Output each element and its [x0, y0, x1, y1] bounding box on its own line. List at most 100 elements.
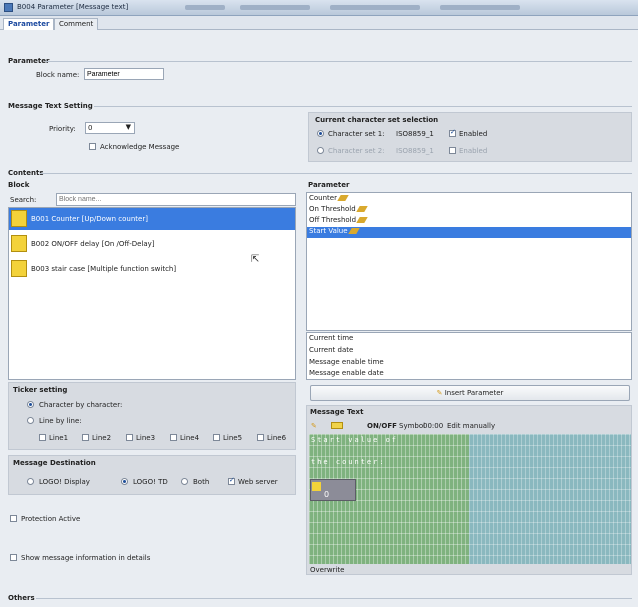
line5-label: Line5	[223, 434, 243, 442]
parameter-list-item-label: Off Threshold	[309, 216, 357, 224]
charset-1-enabled-checkbox[interactable]	[449, 128, 456, 137]
protection-label: Protection Active	[21, 515, 81, 523]
time-toolbar-button[interactable]: 00:00	[423, 422, 443, 430]
line5-checkbox[interactable]	[213, 434, 220, 441]
charset-1-radio[interactable]	[317, 130, 324, 137]
parameter-list-item[interactable]: Start Value	[307, 227, 631, 238]
charset-2-radio[interactable]	[317, 147, 324, 154]
title-toolbar-placeholder	[185, 5, 225, 10]
parameter-field[interactable]: 0	[310, 479, 356, 501]
extras-list-item[interactable]: Current date	[307, 346, 631, 357]
divider	[94, 106, 632, 107]
extras-list-item[interactable]: Message enable time	[307, 358, 631, 369]
divider	[36, 598, 632, 599]
protection-checkbox[interactable]	[10, 515, 17, 522]
block-list-item[interactable]: B002 ON/OFF delay [On /Off-Delay]	[9, 233, 295, 255]
destination-td-radio[interactable]	[121, 478, 128, 485]
tab-comment[interactable]: Comment	[54, 18, 99, 30]
extras-list: Current time Current date Message enable…	[306, 332, 632, 380]
line4-label: Line4	[180, 434, 200, 442]
charset-panel: Current character set selection Characte…	[308, 112, 632, 162]
line4-checkbox[interactable]	[170, 434, 177, 441]
edit-icon	[337, 195, 349, 201]
message-line-2: the counter:	[311, 458, 386, 466]
title-toolbar-placeholder	[240, 5, 310, 10]
ticker-title: Ticker setting	[13, 386, 68, 394]
parameter-list-item-label: Counter	[309, 194, 337, 202]
block-list-item[interactable]: B001 Counter [Up/Down counter]	[9, 208, 295, 230]
ticker-char-label: Character by character:	[39, 401, 123, 409]
chevron-down-icon: ▼	[125, 123, 131, 131]
divider	[40, 173, 632, 174]
line1-label: Line1	[49, 434, 69, 442]
search-input[interactable]	[56, 193, 296, 206]
extras-list-item[interactable]: Message enable date	[307, 369, 631, 380]
highlight-icon[interactable]	[331, 422, 343, 429]
divider	[46, 61, 632, 62]
parameter-list-item[interactable]: Counter	[307, 194, 631, 205]
tab-parameter[interactable]: Parameter	[3, 18, 55, 30]
line2-label: Line2	[92, 434, 112, 442]
parameter-list: Counter On Threshold Off Threshold Start…	[306, 192, 632, 331]
section-title-parameter: Parameter	[8, 57, 50, 65]
show-info-label: Show message information in details	[21, 554, 151, 562]
priority-select[interactable]: 0 ▼	[85, 122, 135, 134]
mouse-cursor-icon: ⇱	[251, 254, 260, 265]
stair-case-block-icon	[11, 260, 27, 277]
destination-both-label: Both	[193, 478, 210, 486]
acknowledge-label: Acknowledge Message	[100, 143, 180, 151]
charset-2-enabled-checkbox[interactable]	[449, 147, 456, 154]
line6-checkbox[interactable]	[257, 434, 264, 441]
show-info-checkbox[interactable]	[10, 554, 17, 561]
tab-strip: Parameter Comment	[0, 16, 638, 30]
charset-1-value: ISO8859_1	[396, 130, 434, 138]
title-toolbar-placeholder	[440, 5, 520, 10]
acknowledge-checkbox[interactable]	[89, 143, 96, 150]
insert-parameter-label: Insert Parameter	[444, 389, 504, 397]
insert-parameter-button[interactable]: ✎ Insert Parameter	[310, 385, 630, 401]
window-icon	[4, 3, 13, 12]
block-name-input[interactable]	[84, 68, 164, 80]
parameter-field-value: 0	[324, 490, 330, 499]
charset-2-enabled-label: Enabled	[459, 147, 488, 155]
ticker-line-radio[interactable]	[27, 417, 34, 424]
priority-label: Priority:	[49, 125, 76, 133]
web-server-checkbox[interactable]	[228, 476, 235, 485]
block-list: B001 Counter [Up/Down counter] B002 ON/O…	[8, 207, 296, 380]
ticker-char-radio[interactable]	[27, 401, 34, 408]
block-list-item-label: B003 stair case [Multiple function switc…	[31, 265, 177, 273]
extras-list-item[interactable]: Current time	[307, 334, 631, 345]
onoff-toolbar-button[interactable]: ON/OFF	[367, 422, 397, 430]
block-list-item-label: B002 ON/OFF delay [On /Off-Delay]	[31, 240, 155, 248]
status-text: Overwrite	[310, 566, 345, 574]
destination-title: Message Destination	[13, 459, 96, 467]
insert-icon: ✎	[436, 389, 443, 397]
ticker-panel: Ticker setting Character by character: L…	[8, 382, 296, 450]
window-title: B004 Parameter [Message text]	[17, 3, 129, 11]
line3-label: Line3	[136, 434, 156, 442]
symbol-toolbar-button[interactable]: Symbol	[399, 422, 425, 430]
message-text-panel: Message Text ✎ ON/OFF Symbol 00:00 Edit …	[306, 405, 632, 575]
line2-checkbox[interactable]	[82, 434, 89, 441]
edit-manually-button[interactable]: Edit manually	[447, 422, 495, 430]
ticker-line-label: Line by line:	[39, 417, 82, 425]
line1-checkbox[interactable]	[39, 434, 46, 441]
block-name-label: Block name:	[36, 71, 80, 79]
block-list-item-label: B001 Counter [Up/Down counter]	[31, 215, 148, 223]
charset-1-label: Character set 1:	[328, 130, 385, 138]
message-editor-scroll-area[interactable]	[469, 434, 631, 564]
line3-checkbox[interactable]	[126, 434, 133, 441]
parameter-list-item[interactable]: On Threshold	[307, 205, 631, 216]
edit-icon	[356, 217, 368, 223]
destination-panel: Message Destination LOGO! Display LOGO! …	[8, 455, 296, 495]
destination-both-radio[interactable]	[181, 478, 188, 485]
priority-value: 0	[88, 124, 93, 132]
charset-title: Current character set selection	[315, 116, 439, 124]
parameter-list-item[interactable]: Off Threshold	[307, 216, 631, 227]
insert-field-icon[interactable]: ✎	[311, 422, 317, 430]
message-text-title: Message Text	[310, 408, 364, 416]
counter-field-icon	[312, 482, 321, 491]
edit-icon	[355, 206, 368, 212]
delay-block-icon	[11, 235, 27, 252]
destination-display-radio[interactable]	[27, 478, 34, 485]
